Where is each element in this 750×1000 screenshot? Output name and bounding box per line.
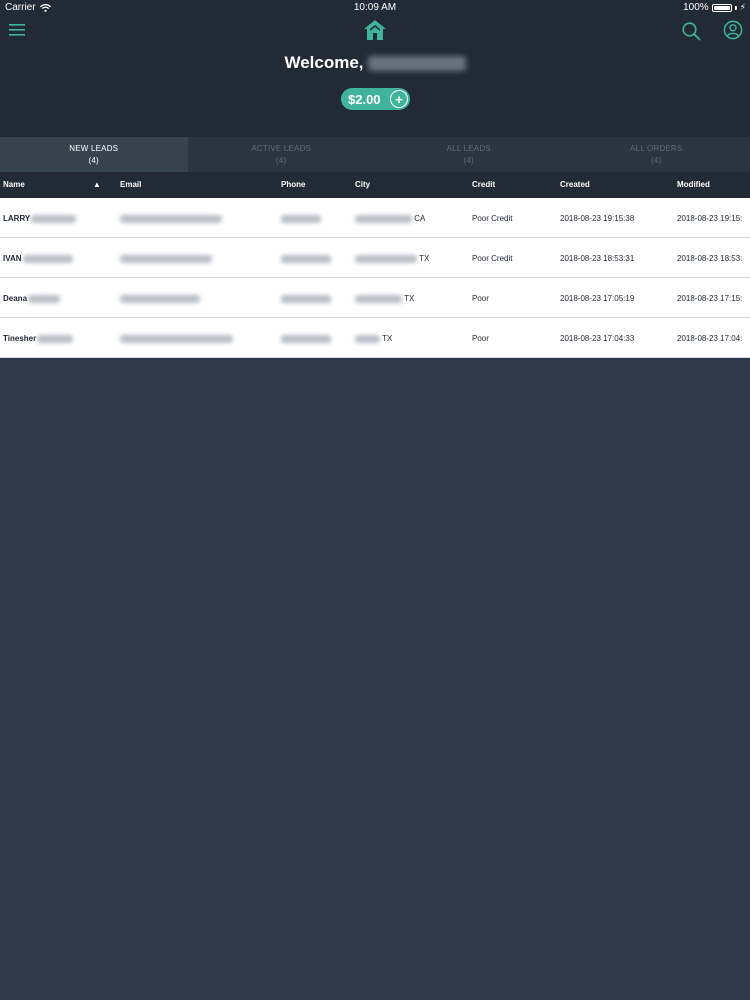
lead-email-redacted	[120, 214, 222, 223]
lead-credit: Poor Credit	[472, 214, 513, 223]
tab-all-orders[interactable]: ALL ORDERS (4)	[563, 137, 750, 172]
profile-icon[interactable]	[723, 20, 743, 40]
add-funds-button[interactable]: +	[390, 90, 408, 108]
lead-created: 2018-08-23 17:04:33	[560, 334, 635, 343]
sort-ascending-icon[interactable]: ▲	[93, 180, 101, 189]
lead-modified: 2018-08-23 17:15:	[677, 294, 743, 303]
lead-city: CA	[355, 214, 425, 223]
lead-name: IVAN	[3, 254, 73, 263]
column-header-created[interactable]: Created	[560, 180, 590, 189]
column-header-phone[interactable]: Phone	[281, 180, 305, 189]
tab-count: (4)	[88, 156, 99, 165]
lead-created: 2018-08-23 19:15:38	[560, 214, 635, 223]
leads-tabs: NEW LEADS (4) ACTIVE LEADS (4) ALL LEADS…	[0, 137, 750, 172]
balance-amount: $2.00	[348, 91, 381, 107]
lead-phone-redacted	[281, 254, 331, 263]
clock: 10:09 AM	[353, 2, 397, 13]
tab-count: (4)	[276, 156, 287, 165]
table-header: Name ▲ Email Phone City Credit Created M…	[0, 172, 750, 198]
tab-label: ALL ORDERS	[630, 144, 683, 153]
charging-icon: ⚡	[739, 2, 746, 12]
battery-icon	[711, 3, 732, 12]
lead-created: 2018-08-23 18:53:31	[560, 254, 635, 263]
column-header-email[interactable]: Email	[120, 180, 141, 189]
tab-label: NEW LEADS	[69, 144, 119, 153]
lead-modified: 2018-08-23 17:04:	[677, 334, 743, 343]
lead-city: TX	[355, 254, 429, 263]
table-row[interactable]: Deana TX Poor 2018-08-23 17:05:19 2018-0…	[0, 278, 750, 318]
column-header-name[interactable]: Name	[3, 180, 25, 189]
lead-modified: 2018-08-23 18:53:	[677, 254, 743, 263]
column-header-modified[interactable]: Modified	[677, 180, 710, 189]
search-icon[interactable]	[681, 21, 701, 41]
lead-email-redacted	[120, 334, 233, 343]
tab-all-leads[interactable]: ALL LEADS (4)	[375, 137, 563, 172]
column-header-credit[interactable]: Credit	[472, 180, 495, 189]
lead-credit: Poor Credit	[472, 254, 513, 263]
lead-city: TX	[355, 334, 392, 343]
tab-active-leads[interactable]: ACTIVE LEADS (4)	[188, 137, 376, 172]
table-row[interactable]: IVAN TX Poor Credit 2018-08-23 18:53:31 …	[0, 238, 750, 278]
table-row[interactable]: Tinesher TX Poor 2018-08-23 17:04:33 201…	[0, 318, 750, 358]
column-header-city[interactable]: City	[355, 180, 370, 189]
battery-nub	[734, 5, 737, 10]
tab-new-leads[interactable]: NEW LEADS (4)	[0, 137, 188, 172]
welcome-heading: Welcome,	[0, 53, 750, 73]
lead-email-redacted	[120, 294, 200, 303]
lead-city: TX	[355, 294, 414, 303]
leads-table: LARRY CA Poor Credit 2018-08-23 19:15:38…	[0, 198, 750, 358]
lead-credit: Poor	[472, 334, 489, 343]
tab-label: ALL LEADS	[446, 144, 491, 153]
tab-count: (4)	[651, 156, 662, 165]
menu-icon[interactable]	[9, 23, 25, 37]
lead-credit: Poor	[472, 294, 489, 303]
tab-count: (4)	[463, 156, 474, 165]
balance-badge[interactable]: $2.00 +	[341, 88, 410, 110]
lead-created: 2018-08-23 17:05:19	[560, 294, 635, 303]
app-header: Carrier 10:09 AM 100% ⚡ Welcome, $2.00 +	[0, 0, 750, 137]
lead-email-redacted	[120, 254, 212, 263]
lead-phone-redacted	[281, 334, 331, 343]
status-bar: Carrier 10:09 AM 100% ⚡	[0, 0, 750, 16]
lead-modified: 2018-08-23 19:15:	[677, 214, 743, 223]
lead-phone-redacted	[281, 294, 331, 303]
redacted-username	[367, 56, 466, 72]
lead-name: Tinesher	[3, 334, 74, 343]
home-icon[interactable]	[362, 19, 388, 41]
lead-name: LARRY	[3, 214, 77, 223]
tab-label: ACTIVE LEADS	[251, 144, 312, 153]
battery-percent: 100%	[683, 2, 709, 13]
lead-name: Deana	[3, 294, 61, 303]
welcome-text: Welcome,	[284, 53, 364, 72]
lead-phone-redacted	[281, 214, 321, 223]
table-row[interactable]: LARRY CA Poor Credit 2018-08-23 19:15:38…	[0, 198, 750, 238]
